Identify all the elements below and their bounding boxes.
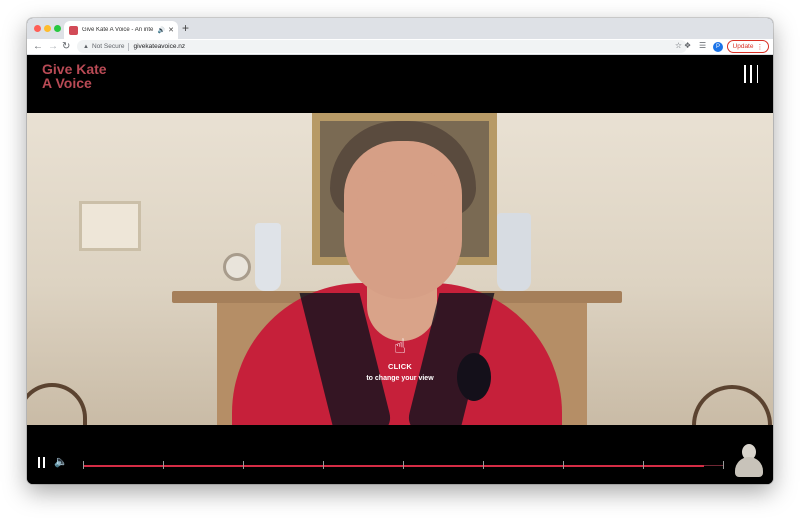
url-text[interactable]: givekateavoice.nz [133, 43, 185, 50]
chapter-tick[interactable] [483, 461, 484, 469]
person-forehead-image [357, 171, 449, 231]
brooch-image [457, 353, 491, 401]
chair-image [692, 385, 772, 425]
reload-icon[interactable]: ↻ [62, 40, 70, 54]
bookmark-star-icon[interactable]: ☆ [675, 41, 682, 50]
chapter-tick[interactable] [563, 461, 564, 469]
pointing-hand-icon: ☝ [393, 336, 407, 358]
site-logo[interactable]: Give Kate A Voice [42, 62, 107, 90]
page-content: Give Kate A Voice ☝ CLICK to change your… [27, 55, 773, 484]
brand-line-1: Give Kate [42, 61, 107, 77]
chapter-tick[interactable] [83, 461, 84, 469]
profile-avatar[interactable]: P [713, 42, 723, 52]
forward-arrow-icon[interactable]: → [48, 40, 58, 54]
pause-button[interactable] [38, 457, 45, 468]
close-window-button[interactable] [34, 25, 41, 32]
extensions-puzzle-icon[interactable]: ❖ [684, 41, 691, 50]
minimize-window-button[interactable] [44, 25, 51, 32]
click-label: CLICK [388, 362, 412, 371]
warning-triangle-icon[interactable]: ▲ [83, 44, 89, 50]
progress-timeline[interactable] [83, 461, 724, 469]
clock-image [223, 253, 251, 281]
browser-tab[interactable]: Give Kate A Voice - An inte 🔊 ✕ [64, 21, 178, 39]
change-view-label: to change your view [366, 375, 434, 382]
volume-icon[interactable]: 🔈 [54, 455, 68, 469]
chair-image [27, 383, 87, 425]
kebab-menu-icon: ⋮ [756, 43, 764, 51]
vase-image [255, 223, 281, 291]
progress-fill [83, 464, 704, 467]
chapter-tick[interactable] [163, 461, 164, 469]
address-bar[interactable]: ▲ Not Secure givekateavoice.nz ☆ [77, 40, 687, 53]
change-view-prompt[interactable]: ☝ CLICK to change your view [347, 335, 453, 382]
chapter-tick[interactable] [323, 461, 324, 469]
maximize-window-button[interactable] [54, 25, 61, 32]
tab-title: Give Kate A Voice - An inte [82, 27, 154, 33]
favicon-icon [69, 25, 78, 35]
tab-strip: Give Kate A Voice - An inte 🔊 ✕ + [27, 18, 773, 39]
media-control-icon[interactable]: ☰ [699, 41, 706, 50]
video-controls: 🔈 [27, 425, 773, 484]
divider [128, 42, 130, 51]
browser-toolbar: ← → ↻ ▲ Not Secure givekateavoice.nz ☆ ❖… [27, 39, 773, 55]
chapter-tick[interactable] [243, 461, 244, 469]
back-arrow-icon[interactable]: ← [33, 40, 43, 54]
bust-statue-icon[interactable] [733, 443, 765, 479]
update-button[interactable]: Update ⋮ [727, 40, 769, 53]
close-icon[interactable]: ✕ [168, 26, 174, 34]
chapter-tick[interactable] [403, 461, 404, 469]
chapter-tick[interactable] [723, 461, 724, 469]
vase-image [497, 213, 531, 291]
video-frame[interactable]: ☝ CLICK to change your view [27, 113, 773, 425]
update-label: Update [732, 43, 754, 50]
browser-window: Give Kate A Voice - An inte 🔊 ✕ + ← → ↻ … [27, 18, 773, 484]
hamburger-menu-icon[interactable] [744, 65, 758, 83]
security-label[interactable]: Not Secure [92, 43, 125, 50]
brand-line-2: A Voice [42, 75, 92, 91]
new-tab-button[interactable]: + [182, 22, 189, 34]
framed-picture-image [79, 201, 141, 251]
speaker-icon[interactable]: 🔊 [158, 27, 165, 34]
chapter-tick[interactable] [643, 461, 644, 469]
